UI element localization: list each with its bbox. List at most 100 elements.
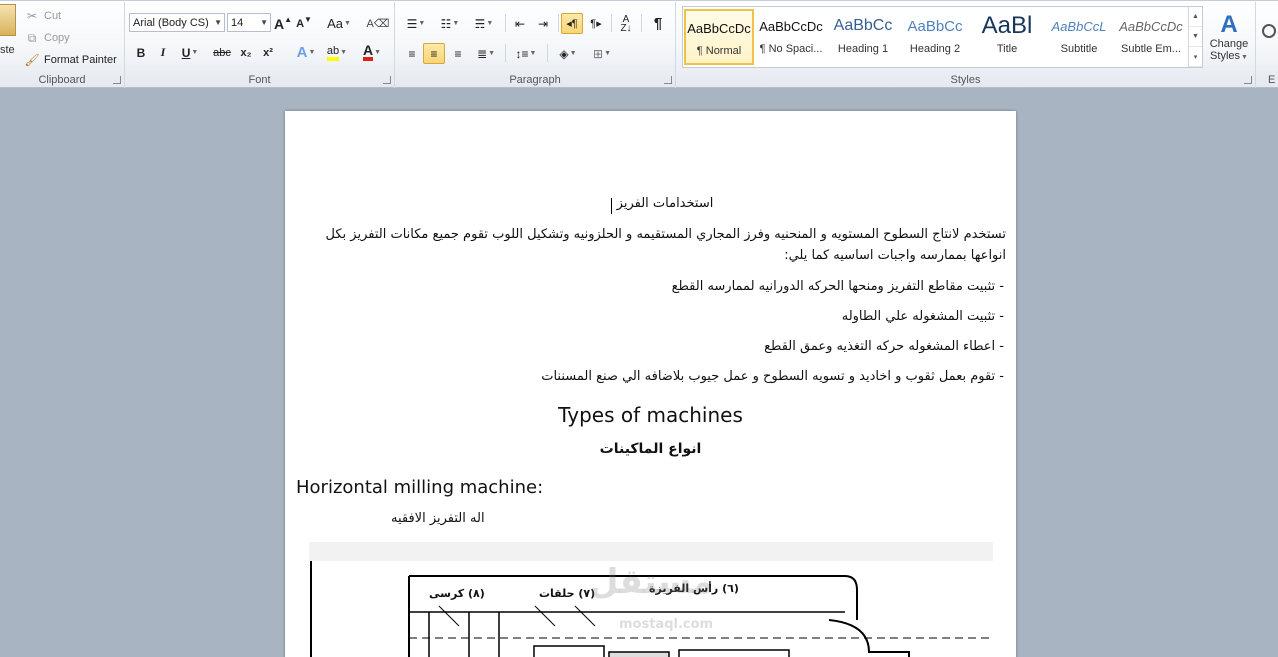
change-case-icon: Aa [327, 16, 343, 31]
clipboard-dialog-launcher[interactable] [113, 76, 121, 84]
justify-button[interactable]: ≣ ▼ [471, 43, 501, 64]
format-painter-label: Format Painter [44, 54, 117, 66]
show-hide-button[interactable]: ¶ [647, 13, 669, 34]
style-name: ¶ No Spaci... [759, 43, 823, 55]
line-spacing-button[interactable]: ↕≡ ▼ [511, 43, 541, 64]
bullet-item-1[interactable]: - تثبيت مقاطع التفريز ومنحها الحركه الدو… [672, 279, 1004, 294]
increase-indent-icon: ⇥ [537, 16, 549, 31]
italic-button[interactable]: I [153, 42, 173, 63]
superscript-icon: x² [263, 46, 273, 59]
align-left-button[interactable]: ≡ [401, 43, 423, 64]
grow-font-button[interactable]: A ▲ [274, 13, 292, 34]
style-preview: AaBbCcDc [687, 20, 751, 36]
style-name: Subtle Em... [1121, 43, 1181, 55]
clear-formatting-button[interactable]: A⌫ [367, 13, 390, 34]
decrease-indent-icon: ⇤ [514, 16, 526, 31]
pilcrow-icon: ¶ [653, 15, 663, 32]
style-normal[interactable]: AaBbCcDc ¶ Normal [684, 9, 754, 65]
multilevel-list-button[interactable]: ☴ ▼ [469, 13, 499, 34]
gallery-scroll[interactable]: ▲ ▼ ▾ [1188, 7, 1202, 67]
font-dialog-launcher[interactable] [383, 76, 391, 84]
cut-label: Cut [44, 10, 62, 22]
numbered-list-icon: ☷ [440, 16, 452, 31]
format-painter-button[interactable]: 🖌 Format Painter [24, 50, 117, 70]
change-styles-icon: A [1220, 11, 1238, 38]
ribbon-top-border [0, 0, 1278, 1]
subscript-button[interactable]: x₂ [236, 42, 256, 63]
style-preview: AaBbCc [907, 17, 963, 35]
style-heading-1[interactable]: AaBbCc Heading 1 [828, 9, 898, 65]
style-title[interactable]: AaBl Title [972, 9, 1042, 65]
bullet-list-icon: ☰ [406, 16, 418, 31]
align-center-button[interactable]: ≡ [423, 43, 445, 64]
text-effects-button[interactable]: A ▼ [293, 42, 319, 63]
intro-paragraph-line-1[interactable]: تستخدم لانتاج السطوح المستويه و المنحنيه… [326, 227, 1006, 242]
font-family-combo[interactable]: Arial (Body CS) ▼ [129, 13, 225, 32]
document-page[interactable]: استخدامات الفريز تستخدم لانتاج السطوح ال… [285, 111, 1016, 657]
separator [547, 44, 548, 62]
align-right-button[interactable]: ≡ [447, 43, 469, 64]
change-case-button[interactable]: Aa ▼ [325, 13, 353, 34]
gallery-more-icon[interactable]: ▾ [1189, 47, 1202, 67]
paste-button-label[interactable]: ste [0, 44, 15, 56]
heading-horizontal-ar[interactable]: اله التفريز الافقيه [391, 511, 485, 526]
sort-az-icon: A Z↓ [620, 13, 632, 34]
style-preview: AaBbCcDc [759, 18, 823, 34]
font-size-combo[interactable]: 14 ▼ [227, 13, 271, 32]
separator [558, 14, 559, 32]
shrink-font-icon: A [296, 17, 305, 30]
highlight-button[interactable]: ab ▼ [322, 42, 352, 63]
document-heading-uses[interactable]: استخدامات الفريز [615, 196, 715, 211]
ltr-direction-button[interactable]: ¶▸ [585, 13, 607, 34]
style-no-spacing[interactable]: AaBbCcDc ¶ No Spaci... [756, 9, 826, 65]
shrink-font-button[interactable]: A ▼ [295, 13, 313, 34]
font-color-button[interactable]: A ▼ [357, 42, 387, 63]
paragraph-dialog-launcher[interactable] [664, 76, 672, 84]
line-spacing-icon: ↕≡ [515, 46, 529, 61]
rtl-direction-button[interactable]: ◂¶ [561, 13, 583, 34]
watermark-text: مستقل [589, 562, 714, 602]
superscript-button[interactable]: x² [258, 42, 278, 63]
separator [611, 14, 612, 32]
numbering-button[interactable]: ☷ ▼ [435, 13, 465, 34]
left-to-right-icon: ¶▸ [590, 18, 602, 30]
style-preview: AaBbCcL [1051, 18, 1107, 34]
strikethrough-button[interactable]: abc [211, 42, 233, 63]
separator [641, 14, 642, 32]
style-subtitle[interactable]: AaBbCcL Subtitle [1044, 9, 1114, 65]
cut-button[interactable]: ✂ Cut [24, 6, 61, 26]
heading-types-ar[interactable]: انواع الماكينات [285, 441, 1016, 457]
bullet-item-2[interactable]: - تثبيت المشغوله علي الطاوله [842, 309, 1004, 324]
bullet-item-4[interactable]: - تقوم بعمل ثقوب و اخاديد و تسويه السطوح… [541, 369, 1004, 384]
editing-group-fragment: E [1256, 2, 1278, 88]
decrease-indent-button[interactable]: ⇤ [509, 13, 531, 34]
bullet-item-3[interactable]: - اعطاء المشغوله حركه التغذيه وعمق القطع [764, 339, 1004, 354]
chevron-up-icon[interactable]: ▲ [1189, 7, 1202, 27]
heading-horizontal-en[interactable]: Horizontal milling machine: [296, 477, 543, 498]
borders-button[interactable]: ⊞ ▼ [587, 43, 617, 64]
chevron-down-icon[interactable]: ▼ [1189, 27, 1202, 47]
styles-dialog-launcher[interactable] [1244, 76, 1252, 84]
style-subtle-emphasis[interactable]: AaBbCcDc Subtle Em... [1116, 9, 1186, 65]
style-heading-2[interactable]: AaBbCc Heading 2 [900, 9, 970, 65]
strikethrough-icon: abc [213, 46, 231, 59]
paragraph-group-label: Paragraph [509, 74, 561, 86]
intro-paragraph-line-2[interactable]: انواعها بممارسه واجبات اساسيه كما يلي: [331, 248, 1006, 263]
sort-button[interactable]: A Z↓ [615, 13, 637, 34]
font-group-label: Font [248, 74, 271, 86]
increase-indent-button[interactable]: ⇥ [532, 13, 554, 34]
text-effects-icon: A [296, 44, 308, 61]
underline-icon: U [181, 45, 191, 60]
shading-button[interactable]: ◈ ▼ [553, 43, 583, 64]
copy-button[interactable]: ⧉ Copy [24, 28, 70, 48]
bold-button[interactable]: B [131, 42, 151, 63]
font-family-value: Arial (Body CS) [133, 16, 209, 29]
subscript-icon: x₂ [240, 46, 252, 59]
milling-machine-diagram[interactable]: (٦) رأس الفريزة (٧) حلقات (٨) كرسى مستقل… [309, 542, 993, 657]
bullets-button[interactable]: ☰ ▼ [401, 13, 431, 34]
paste-icon[interactable] [0, 4, 16, 36]
find-binoculars-icon[interactable] [1262, 24, 1276, 38]
heading-types-en[interactable]: Types of machines [285, 403, 1016, 427]
underline-button[interactable]: U ▼ [175, 42, 205, 63]
change-styles-button[interactable]: A Change Styles▼ [1204, 6, 1254, 68]
